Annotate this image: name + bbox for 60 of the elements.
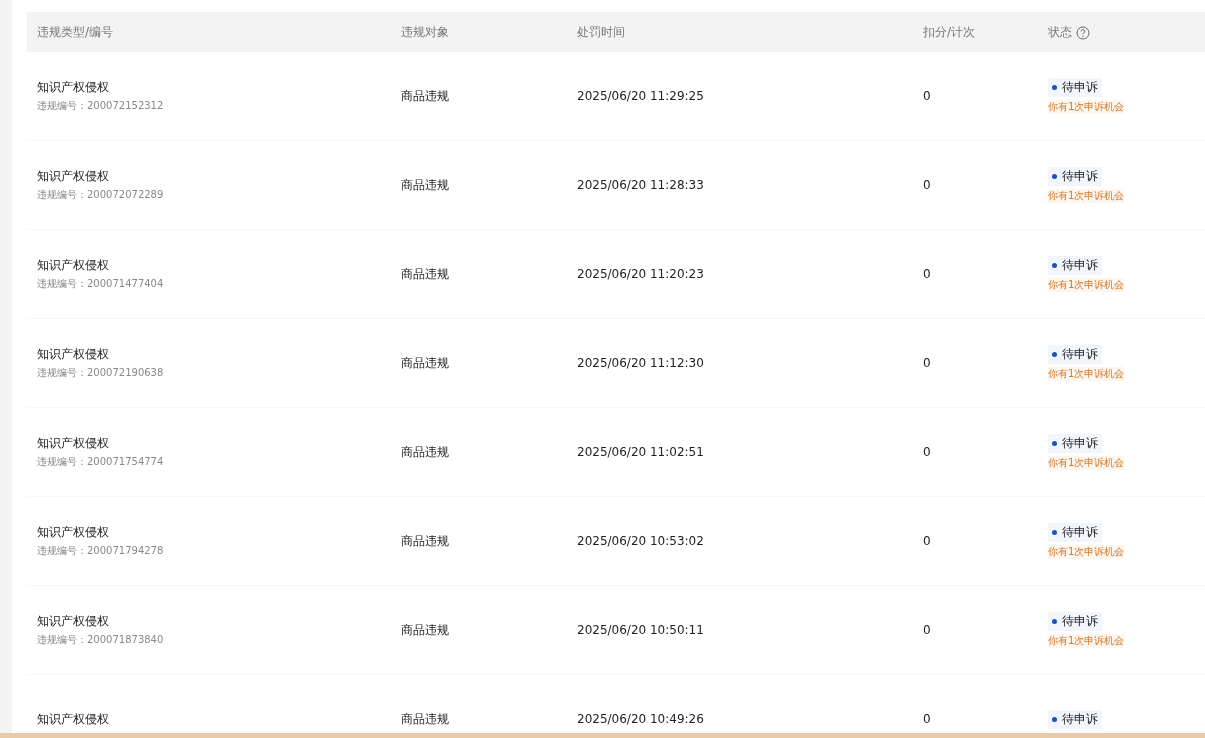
penalty-points: 0 xyxy=(923,356,931,370)
appeal-hint: 你有1次申诉机会 xyxy=(1048,367,1125,381)
violation-object: 商品违规 xyxy=(401,443,449,461)
violation-object: 商品违规 xyxy=(401,532,449,550)
status-tag: 待申诉 xyxy=(1048,709,1102,729)
penalty-points: 0 xyxy=(923,712,931,726)
violation-number: 违规编号：200071794278 xyxy=(37,544,164,558)
appeal-hint: 你有1次申诉机会 xyxy=(1048,189,1125,203)
status-tag: 待申诉 xyxy=(1048,345,1102,364)
column-header: 状态 xyxy=(1048,23,1072,41)
violation-type: 知识产权侵权 xyxy=(37,168,109,185)
violation-number: 违规编号：200071754774 xyxy=(37,455,164,469)
appeal-hint: 你有1次申诉机会 xyxy=(1048,100,1125,114)
penalty-points: 0 xyxy=(923,623,931,637)
penalty-points: 0 xyxy=(923,178,931,192)
penalty-points: 0 xyxy=(923,445,931,459)
penalty-time: 2025/06/20 11:29:25 xyxy=(577,89,704,103)
appeal-hint: 你有1次申诉机会 xyxy=(1048,634,1125,648)
penalty-points: 0 xyxy=(923,534,931,548)
status-tag: 待申诉 xyxy=(1048,523,1102,542)
penalty-points: 0 xyxy=(923,267,931,281)
violation-object: 商品违规 xyxy=(401,87,449,105)
violation-type: 知识产权侵权 xyxy=(37,613,109,630)
violation-object: 商品违规 xyxy=(401,710,449,728)
column-header: 处罚时间 xyxy=(577,23,625,41)
column-header: 违规类型/编号 xyxy=(37,23,114,41)
appeal-hint: 你有1次申诉机会 xyxy=(1048,278,1125,292)
violation-number: 违规编号：200071873840 xyxy=(37,633,164,647)
penalty-points: 0 xyxy=(923,89,931,103)
violation-type: 知识产权侵权 xyxy=(37,346,109,363)
violation-number: 违规编号：200072190638 xyxy=(37,366,164,380)
help-icon[interactable] xyxy=(1076,26,1090,40)
penalty-time: 2025/06/20 11:02:51 xyxy=(577,445,704,459)
violation-type: 知识产权侵权 xyxy=(37,435,109,452)
penalty-time: 2025/06/20 11:28:33 xyxy=(577,178,704,192)
penalty-time: 2025/06/20 11:20:23 xyxy=(577,267,704,281)
appeal-hint: 你有1次申诉机会 xyxy=(1048,456,1125,470)
status-tag: 待申诉 xyxy=(1048,256,1102,275)
violation-type: 知识产权侵权 xyxy=(37,710,109,728)
violation-object: 商品违规 xyxy=(401,176,449,194)
status-tag: 待申诉 xyxy=(1048,78,1102,97)
violation-type: 知识产权侵权 xyxy=(37,524,109,541)
violation-number: 违规编号：200072152312 xyxy=(37,99,164,113)
violation-object: 商品违规 xyxy=(401,265,449,283)
violation-object: 商品违规 xyxy=(401,621,449,639)
violation-type: 知识产权侵权 xyxy=(37,79,109,96)
penalty-time: 2025/06/20 10:53:02 xyxy=(577,534,704,548)
violation-object: 商品违规 xyxy=(401,354,449,372)
column-header: 扣分/计次 xyxy=(923,23,976,41)
status-tag: 待申诉 xyxy=(1048,434,1102,453)
penalty-time: 2025/06/20 10:50:11 xyxy=(577,623,704,637)
penalty-time: 2025/06/20 11:12:30 xyxy=(577,356,704,370)
violation-number: 违规编号：200072072289 xyxy=(37,188,164,202)
violation-type: 知识产权侵权 xyxy=(37,257,109,274)
status-tag: 待申诉 xyxy=(1048,612,1102,631)
status-tag: 待申诉 xyxy=(1048,167,1102,186)
column-header: 违规对象 xyxy=(401,23,449,41)
appeal-hint: 你有1次申诉机会 xyxy=(1048,545,1125,559)
violation-number: 违规编号：200071477404 xyxy=(37,277,164,291)
penalty-time: 2025/06/20 10:49:26 xyxy=(577,712,704,726)
